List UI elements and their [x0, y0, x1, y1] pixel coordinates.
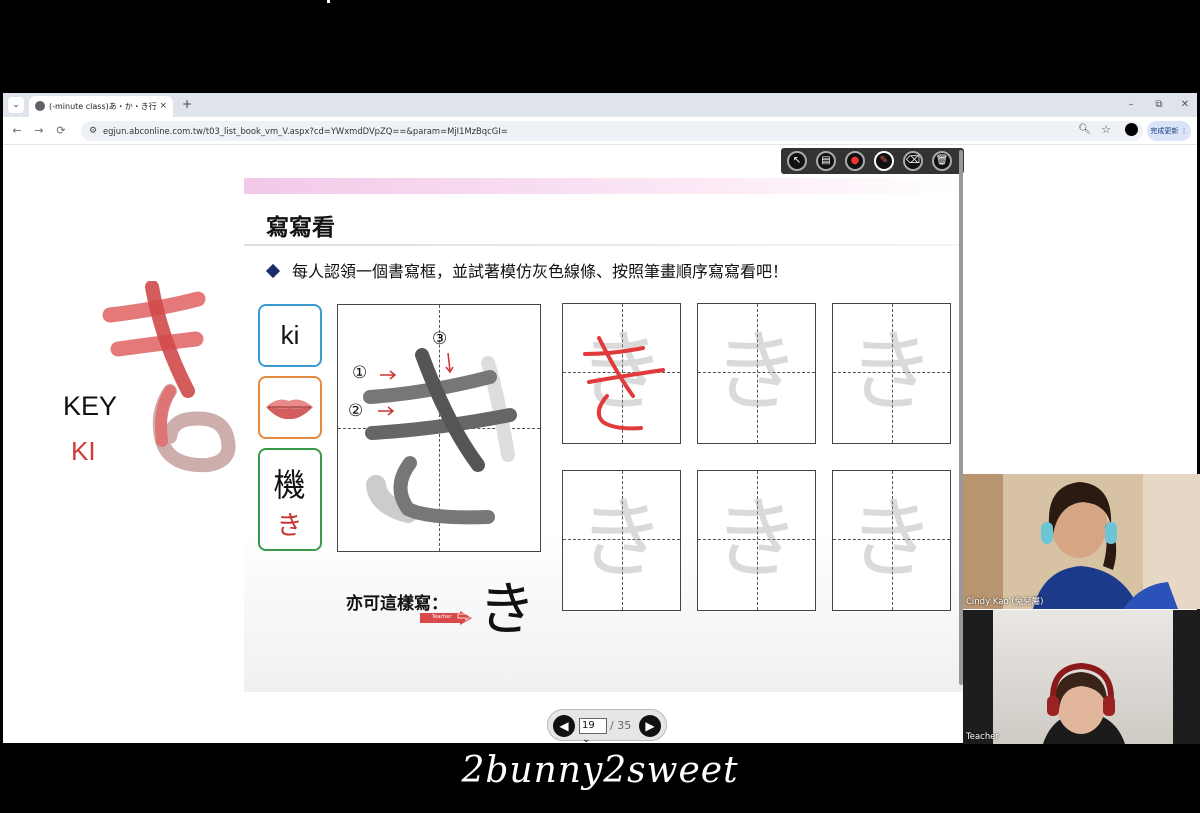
- back-button[interactable]: ←: [9, 123, 25, 139]
- pen-tool-icon[interactable]: ✎: [874, 151, 894, 171]
- ki-romaji-label: KI: [71, 436, 96, 466]
- stroke-order-demo: ① ② ③: [337, 304, 541, 552]
- instruction-text: 每人認領一個書寫框，並試著模仿灰色線條、按照筆畫順序寫寫看吧！: [265, 258, 789, 282]
- annotated-ki-drawing: [102, 281, 236, 473]
- practice-box-4[interactable]: き: [562, 470, 681, 611]
- new-tab-button[interactable]: +: [179, 96, 195, 112]
- stroke-number-1: ①: [352, 363, 368, 383]
- drawing-tool-palette: ↖ ▤ ● ✎ ⌫ 🗑︎: [781, 148, 964, 174]
- url-text: egjun.abconline.com.tw/t03_list_book_vm_…: [103, 126, 508, 136]
- mouth-shape-card: [258, 376, 322, 439]
- bookmark-star-icon[interactable]: ☆: [1101, 123, 1111, 136]
- close-window-button[interactable]: ✕: [1177, 97, 1193, 113]
- page-tool-icon[interactable]: ▤: [816, 151, 836, 171]
- kanji-character: 機: [273, 466, 306, 504]
- practice-box-6[interactable]: き: [832, 470, 951, 611]
- zoom-icon[interactable]: 🔍︎: [1078, 124, 1091, 135]
- top-marker: [327, 0, 330, 3]
- forward-button[interactable]: →: [31, 123, 47, 139]
- tab-search-icon[interactable]: ⌄: [8, 97, 24, 113]
- restore-button[interactable]: ⧉: [1151, 97, 1167, 113]
- update-button[interactable]: 完成更新 ⋮: [1147, 121, 1191, 141]
- teacher-tag-label: Teacher: [432, 614, 452, 620]
- teacher-video-feed: [993, 610, 1173, 744]
- practice-box-1[interactable]: き: [562, 303, 681, 444]
- student-red-handwriting: [583, 336, 665, 431]
- page-total: / 35: [610, 719, 632, 732]
- participant-video-feed: [963, 474, 1200, 609]
- lips-icon: [266, 399, 313, 420]
- alternative-form-kana: き: [478, 575, 537, 643]
- ghost-kana: き: [712, 487, 801, 590]
- title-divider: [244, 244, 964, 246]
- practice-box-3[interactable]: き: [832, 303, 951, 444]
- kanji-origin-card: 機 き: [258, 448, 322, 551]
- eraser-tool-icon[interactable]: ⌫: [903, 151, 923, 171]
- slide-title: 寫寫看: [266, 215, 335, 241]
- tab-close-icon[interactable]: ×: [159, 96, 167, 117]
- teacher-name: Teacher: [966, 732, 999, 742]
- diamond-bullet-icon: [265, 263, 281, 279]
- pointer-tool-icon[interactable]: ↖: [787, 151, 807, 171]
- romaji-card: ki: [258, 304, 322, 367]
- teacher-video-tile[interactable]: Teacher: [963, 610, 1200, 744]
- color-tool-icon[interactable]: ●: [845, 151, 865, 171]
- lesson-slide: ↖ ▤ ● ✎ ⌫ 🗑︎ 寫寫看 每人認領一個書寫框，並試著模仿灰色線條、按照筆…: [244, 148, 964, 692]
- profile-avatar[interactable]: [1125, 123, 1138, 136]
- stroke-number-3: ③: [432, 329, 448, 349]
- tab-title: (-minute class)あ・か・き行: [49, 102, 157, 111]
- page-navigator: ◀ 19 ⌄ / 35 ▶: [547, 709, 667, 743]
- next-page-button[interactable]: ▶: [639, 715, 661, 737]
- practice-box-2[interactable]: き: [697, 303, 816, 444]
- previous-page-button[interactable]: ◀: [553, 715, 575, 737]
- site-info-icon[interactable]: ⚙: [87, 125, 99, 137]
- watermark: 2bunny2sweet: [461, 750, 739, 791]
- reload-button[interactable]: ⟳: [53, 123, 69, 139]
- participant-video-tile[interactable]: Cindy Kao (兔兒屬): [963, 474, 1200, 609]
- ghost-kana: き: [847, 487, 936, 590]
- screen-frame: { "browser": { "tab_title": "(-minute cl…: [0, 0, 1200, 813]
- active-tab[interactable]: (-minute class)あ・か・き行 ×: [29, 96, 173, 117]
- tab-favicon-icon: [35, 101, 45, 111]
- browser-toolbar: ← → ⟳ ⚙ egjun.abconline.com.tw/t03_list_…: [3, 117, 1197, 145]
- participant-name: Cindy Kao (兔兒屬): [966, 597, 1044, 607]
- trash-tool-icon[interactable]: 🗑︎: [932, 151, 952, 171]
- page-select[interactable]: 19 ⌄: [579, 718, 607, 743]
- header-bar: [244, 178, 964, 194]
- ghost-kana: き: [847, 320, 936, 423]
- teacher-figure: [1043, 662, 1125, 744]
- tab-strip: ⌄ (-minute class)あ・か・き行 × + – ⧉ ✕: [3, 93, 1197, 117]
- minimize-button[interactable]: –: [1123, 97, 1139, 113]
- ghost-kana: き: [577, 487, 666, 590]
- stroke-number-2: ②: [348, 401, 364, 421]
- address-bar[interactable]: ⚙ egjun.abconline.com.tw/t03_list_book_v…: [81, 121, 1143, 141]
- page-current: 19: [582, 720, 595, 731]
- practice-box-5[interactable]: き: [697, 470, 816, 611]
- kanji-derived-kana: き: [276, 511, 303, 541]
- instruction-label: 每人認領一個書寫框，並試著模仿灰色線條、按照筆畫順序寫寫看吧！: [292, 262, 789, 281]
- ghost-kana: き: [712, 320, 801, 423]
- key-label: KEY: [63, 391, 118, 421]
